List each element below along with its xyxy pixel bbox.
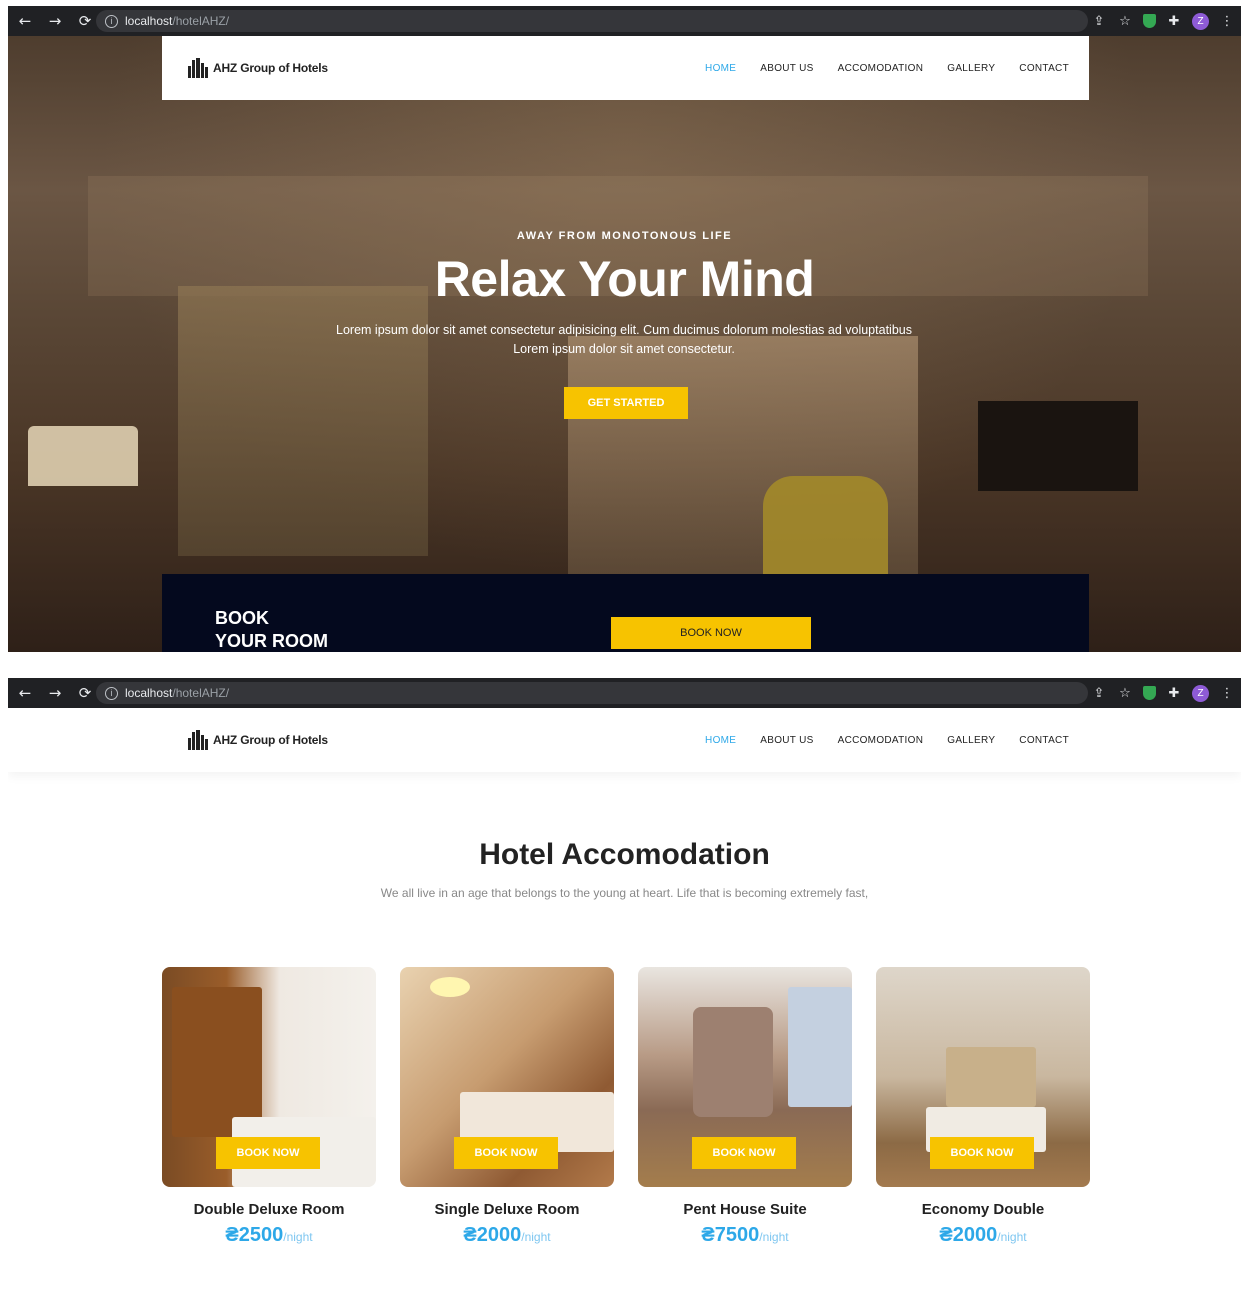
bookmark-star-icon[interactable]: ☆	[1117, 686, 1133, 701]
back-arrow-icon[interactable]: ←	[12, 680, 38, 706]
booking-title-line-1: BOOK	[215, 608, 269, 628]
get-started-button[interactable]: GET STARTED	[564, 387, 688, 419]
share-icon[interactable]: ⇪	[1091, 14, 1107, 29]
section-subtitle: We all live in an age that belongs to th…	[380, 886, 869, 900]
hero-section: AHZ Group of Hotels HOME ABOUT US ACCOMO…	[8, 36, 1241, 652]
bookmark-star-icon[interactable]: ☆	[1117, 14, 1133, 29]
shield-extension-icon[interactable]	[1143, 686, 1156, 700]
forward-arrow-icon[interactable]: →	[42, 8, 68, 34]
address-bar[interactable]: i localhost/hotelAHZ/	[96, 10, 1088, 32]
logo-text: AHZ Group of Hotels	[213, 61, 328, 75]
room-name: Double Deluxe Room	[193, 1201, 345, 1218]
site-navbar: AHZ Group of Hotels HOME ABOUT US ACCOMO…	[162, 708, 1089, 772]
share-icon[interactable]: ⇪	[1091, 686, 1107, 701]
url-host: localhost	[125, 14, 173, 28]
back-arrow-icon[interactable]: ←	[12, 8, 38, 34]
url-path: /hotelAHZ/	[172, 686, 230, 700]
price-value: ₴2000	[463, 1224, 522, 1246]
address-bar[interactable]: i localhost/hotelAHZ/	[96, 682, 1088, 704]
room-image-shutter	[172, 987, 262, 1137]
price-unit: /night	[997, 1230, 1027, 1244]
hero-tv-shape	[978, 401, 1138, 491]
main-menu: HOME ABOUT US ACCOMODATION GALLERY CONTA…	[705, 708, 1069, 772]
menu-contact[interactable]: CONTACT	[1019, 63, 1069, 74]
room-card: BOOK NOW Pent House Suite ₴7500/night	[638, 967, 852, 1247]
url-path: /hotelAHZ/	[172, 14, 230, 28]
room-price: ₴7500/night	[638, 1224, 852, 1247]
room-image[interactable]: BOOK NOW	[638, 967, 852, 1187]
room-name: Pent House Suite	[683, 1201, 807, 1218]
screenshot-hero: ← → ⟳ i localhost/hotelAHZ/ ⇪ ☆ ✚ Z ⋮ AH…	[8, 6, 1241, 652]
book-now-button[interactable]: BOOK NOW	[611, 617, 811, 649]
price-value: ₴7500	[701, 1224, 760, 1246]
room-price: ₴2000/night	[400, 1224, 614, 1247]
room-card: BOOK NOW Double Deluxe Room ₴2500/night	[162, 967, 376, 1247]
hero-subtitle: Lorem ipsum dolor sit amet consectetur a…	[336, 323, 912, 356]
price-unit: /night	[521, 1230, 551, 1244]
menu-contact[interactable]: CONTACT	[1019, 735, 1069, 746]
book-now-button[interactable]: BOOK NOW	[930, 1137, 1034, 1169]
room-image[interactable]: BOOK NOW	[876, 967, 1090, 1187]
reload-icon[interactable]: ⟳	[72, 680, 98, 706]
book-now-button[interactable]: BOOK NOW	[216, 1137, 320, 1169]
kebab-menu-icon[interactable]: ⋮	[1219, 14, 1235, 29]
reload-icon[interactable]: ⟳	[72, 8, 98, 34]
hero-eyebrow: AWAY FROM MONOTONOUS LIFE	[516, 230, 733, 242]
room-price: ₴2500/night	[162, 1224, 376, 1247]
hero-title: Relax Your Mind	[434, 251, 815, 307]
room-image[interactable]: BOOK NOW	[162, 967, 376, 1187]
booking-title: BOOK YOUR ROOM	[215, 607, 328, 652]
menu-home[interactable]: HOME	[705, 735, 736, 746]
room-name: Economy Double	[921, 1201, 1045, 1218]
hotel-building-icon	[188, 58, 209, 78]
menu-about-us[interactable]: ABOUT US	[760, 63, 813, 74]
forward-arrow-icon[interactable]: →	[42, 680, 68, 706]
menu-gallery[interactable]: GALLERY	[947, 63, 995, 74]
room-image-window	[946, 1047, 1036, 1107]
booking-bar: BOOK YOUR ROOM BOOK NOW	[162, 574, 1089, 652]
price-unit: /night	[759, 1230, 789, 1244]
extensions-puzzle-icon[interactable]: ✚	[1166, 14, 1182, 29]
menu-gallery[interactable]: GALLERY	[947, 735, 995, 746]
room-image-lamp	[430, 977, 470, 997]
booking-title-line-2: YOUR ROOM	[215, 631, 329, 651]
sticky-header: AHZ Group of Hotels HOME ABOUT US ACCOMO…	[8, 708, 1241, 772]
section-title: Hotel Accomodation	[479, 838, 770, 871]
room-card: BOOK NOW Single Deluxe Room ₴2000/night	[400, 967, 614, 1247]
info-icon[interactable]: i	[105, 14, 118, 28]
menu-home[interactable]: HOME	[705, 63, 736, 74]
site-logo[interactable]: AHZ Group of Hotels	[188, 730, 328, 750]
extensions-puzzle-icon[interactable]: ✚	[1166, 686, 1182, 701]
kebab-menu-icon[interactable]: ⋮	[1219, 686, 1235, 701]
menu-accomodation[interactable]: ACCOMODATION	[838, 63, 924, 74]
profile-avatar[interactable]: Z	[1192, 12, 1209, 30]
book-now-button[interactable]: BOOK NOW	[692, 1137, 796, 1169]
site-navbar: AHZ Group of Hotels HOME ABOUT US ACCOMO…	[162, 36, 1089, 100]
room-name: Single Deluxe Room	[434, 1201, 580, 1218]
price-unit: /night	[283, 1230, 313, 1244]
hero-armchair-shape	[763, 476, 888, 586]
main-menu: HOME ABOUT US ACCOMODATION GALLERY CONTA…	[705, 36, 1069, 100]
price-value: ₴2500	[225, 1224, 284, 1246]
hero-lamp-shape	[28, 426, 138, 486]
book-now-button[interactable]: BOOK NOW	[454, 1137, 558, 1169]
shield-extension-icon[interactable]	[1143, 14, 1156, 28]
screenshot-accommodation: ← → ⟳ i localhost/hotelAHZ/ ⇪ ☆ ✚ Z ⋮ AH…	[8, 678, 1241, 1316]
room-card: BOOK NOW Economy Double ₴2000/night	[876, 967, 1090, 1247]
menu-about-us[interactable]: ABOUT US	[760, 735, 813, 746]
browser-toolbar: ← → ⟳ i localhost/hotelAHZ/ ⇪ ☆ ✚ Z ⋮	[8, 6, 1241, 36]
profile-avatar[interactable]: Z	[1192, 684, 1209, 702]
room-image-bucket	[693, 1007, 773, 1117]
room-image-chair	[788, 987, 852, 1107]
room-image[interactable]: BOOK NOW	[400, 967, 614, 1187]
url-host: localhost	[125, 686, 173, 700]
info-icon[interactable]: i	[105, 686, 118, 700]
price-value: ₴2000	[939, 1224, 998, 1246]
logo-text: AHZ Group of Hotels	[213, 733, 328, 747]
room-price: ₴2000/night	[876, 1224, 1090, 1247]
menu-accomodation[interactable]: ACCOMODATION	[838, 735, 924, 746]
browser-toolbar: ← → ⟳ i localhost/hotelAHZ/ ⇪ ☆ ✚ Z ⋮	[8, 678, 1241, 708]
hotel-building-icon	[188, 730, 209, 750]
site-logo[interactable]: AHZ Group of Hotels	[188, 58, 328, 78]
